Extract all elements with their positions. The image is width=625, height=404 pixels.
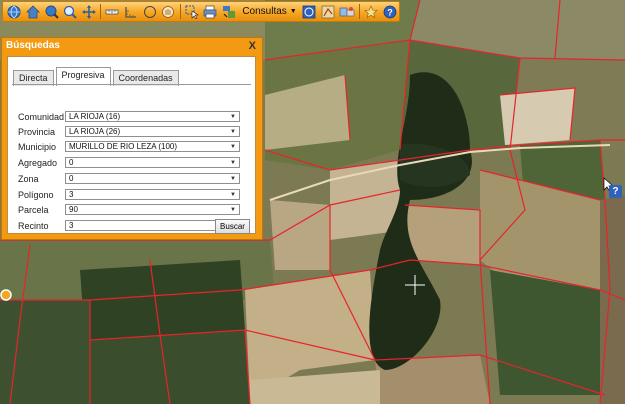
chevron-down-icon: ▼ <box>230 175 236 182</box>
globe-zoom-icon[interactable] <box>44 3 59 20</box>
select-value: 0 <box>69 158 74 167</box>
star-icon[interactable] <box>364 3 379 20</box>
select-icon[interactable] <box>184 3 199 20</box>
select-value: MURILLO DE RIO LEZA (100) <box>69 142 178 151</box>
provincia-select[interactable]: LA RIOJA (26) ▼ <box>65 126 240 137</box>
dialog-body: Directa Progresiva Coordenadas Comunidad… <box>7 56 256 234</box>
svg-text:?: ? <box>387 7 393 17</box>
recinto-select[interactable]: 3▼ <box>65 220 240 231</box>
field-poligono: Polígono 3 ▼ <box>18 189 240 200</box>
chevron-down-icon: ▼ <box>289 8 297 15</box>
zoom-icon[interactable] <box>63 3 78 20</box>
consultas-label: Consultas <box>242 6 287 17</box>
field-comunidad: Comunidad LA RIOJA (16) ▼ <box>18 111 240 122</box>
select-value: LA RIOJA (16) <box>69 112 121 121</box>
parcela-select[interactable]: 90 ▼ <box>65 204 240 215</box>
field-zona: Zona 0 ▼ <box>18 173 240 184</box>
close-icon[interactable]: X <box>249 40 256 52</box>
field-label: Zona <box>18 173 39 184</box>
agregado-select[interactable]: 0 ▼ <box>65 157 240 168</box>
toolbar-separator <box>100 4 102 19</box>
map-field <box>600 195 625 404</box>
search-button[interactable]: Buscar <box>215 219 250 234</box>
map-field <box>80 260 245 340</box>
chevron-down-icon: ▼ <box>230 128 236 135</box>
select-value: 3 <box>69 190 74 199</box>
field-label: Comunidad <box>18 111 65 122</box>
select-value: 3 <box>69 221 74 230</box>
toolbar-separator <box>359 4 360 19</box>
field-provincia: Provincia LA RIOJA (26) ▼ <box>18 126 240 137</box>
municipio-select[interactable]: MURILLO DE RIO LEZA (100) ▼ <box>65 141 240 152</box>
dialog-title-bar[interactable]: Búsquedas X <box>2 38 262 53</box>
info-icon[interactable] <box>302 3 317 20</box>
chevron-down-icon: ▼ <box>230 191 236 198</box>
field-municipio: Municipio MURILLO DE RIO LEZA (100) ▼ <box>18 141 240 152</box>
measure-area-icon[interactable] <box>124 3 139 20</box>
pan-icon[interactable] <box>81 3 97 20</box>
field-label: Municipio <box>18 141 57 152</box>
map-field <box>90 330 250 404</box>
field-parcela: Parcela 90 ▼ <box>18 204 240 215</box>
field-label: Recinto <box>18 220 49 231</box>
consultas-menu[interactable]: Consultas ▼ <box>242 6 296 17</box>
map-icon[interactable] <box>320 3 335 20</box>
field-label: Agregado <box>18 157 58 168</box>
help-icon[interactable]: ? <box>609 185 622 198</box>
print-icon[interactable] <box>203 3 218 20</box>
chevron-down-icon: ▼ <box>230 143 236 150</box>
poligono-select[interactable]: 3 ▼ <box>65 189 240 200</box>
field-label: Provincia <box>18 126 56 137</box>
toolbar-separator <box>179 4 181 19</box>
select-value: 90 <box>69 205 78 214</box>
field-recinto: Recinto 3▼ <box>18 220 240 231</box>
tools-icon[interactable] <box>339 3 355 20</box>
zona-select[interactable]: 0 ▼ <box>65 173 240 184</box>
chevron-down-icon: ▼ <box>230 206 236 213</box>
hand-icon[interactable] <box>161 3 176 20</box>
select-value: LA RIOJA (26) <box>69 127 121 136</box>
comunidad-select[interactable]: LA RIOJA (16) ▼ <box>65 111 240 122</box>
home-icon[interactable] <box>25 3 41 20</box>
busquedas-dialog: Búsquedas X Directa Progresiva Coordenad… <box>1 37 263 240</box>
globe-icon[interactable] <box>7 3 22 20</box>
chevron-down-icon: ▼ <box>230 159 236 166</box>
measure-line-icon[interactable] <box>105 3 120 20</box>
map-field <box>0 300 90 404</box>
field-label: Parcela <box>18 204 49 215</box>
layers-icon[interactable] <box>222 3 237 20</box>
select-value: 0 <box>69 174 74 183</box>
field-label: Polígono <box>18 189 54 200</box>
circle-icon[interactable] <box>142 3 157 20</box>
field-agregado: Agregado 0 ▼ <box>18 157 240 168</box>
help-icon[interactable]: ? <box>382 3 397 20</box>
dialog-title: Búsquedas <box>6 40 60 51</box>
main-toolbar: Consultas ▼ ? <box>2 1 400 22</box>
chevron-down-icon: ▼ <box>230 113 236 120</box>
location-marker-icon[interactable] <box>0 289 12 301</box>
